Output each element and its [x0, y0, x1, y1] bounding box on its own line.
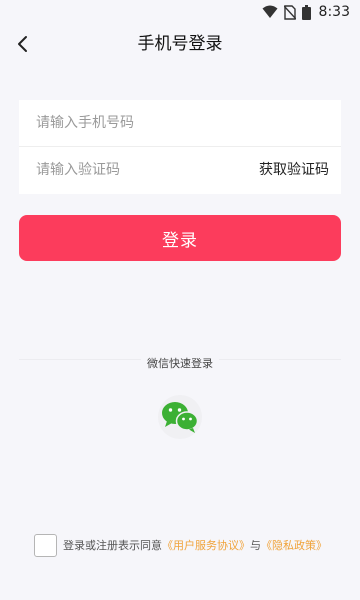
phone-input[interactable]: [36, 112, 326, 134]
wechat-login-button[interactable]: [158, 395, 202, 439]
agreement-checkbox[interactable]: [34, 533, 57, 557]
privacy-policy-link[interactable]: 《隐私政策》: [261, 537, 327, 553]
login-button[interactable]: 登录: [19, 215, 341, 261]
status-bar: 8:33: [0, 0, 360, 24]
navigation-bar: 手机号登录: [0, 24, 360, 64]
agreement-connector: 与: [250, 539, 261, 552]
no-sim-icon: [283, 4, 296, 20]
page-title: 手机号登录: [137, 34, 223, 54]
wechat-login-label: 微信快速登录: [141, 356, 219, 372]
status-time: 8:33: [318, 4, 350, 20]
get-code-button[interactable]: 获取验证码: [259, 160, 329, 180]
verification-code-input[interactable]: [36, 159, 246, 181]
agreement-row: 登录或注册表示同意 《用户服务协议》 与 《隐私政策》: [34, 533, 327, 557]
phone-row: [19, 100, 341, 146]
login-form: 获取验证码: [19, 100, 341, 194]
agreement-prefix: 登录或注册表示同意: [63, 539, 162, 552]
wechat-icon: [162, 402, 199, 433]
code-row: 获取验证码: [19, 147, 341, 193]
status-icons: 8:33: [262, 3, 350, 21]
user-agreement-link[interactable]: 《用户服务协议》: [162, 537, 250, 553]
wifi-icon: [262, 5, 278, 18]
wechat-login-label-wrap: 微信快速登录: [0, 352, 360, 372]
battery-icon: [301, 4, 311, 20]
